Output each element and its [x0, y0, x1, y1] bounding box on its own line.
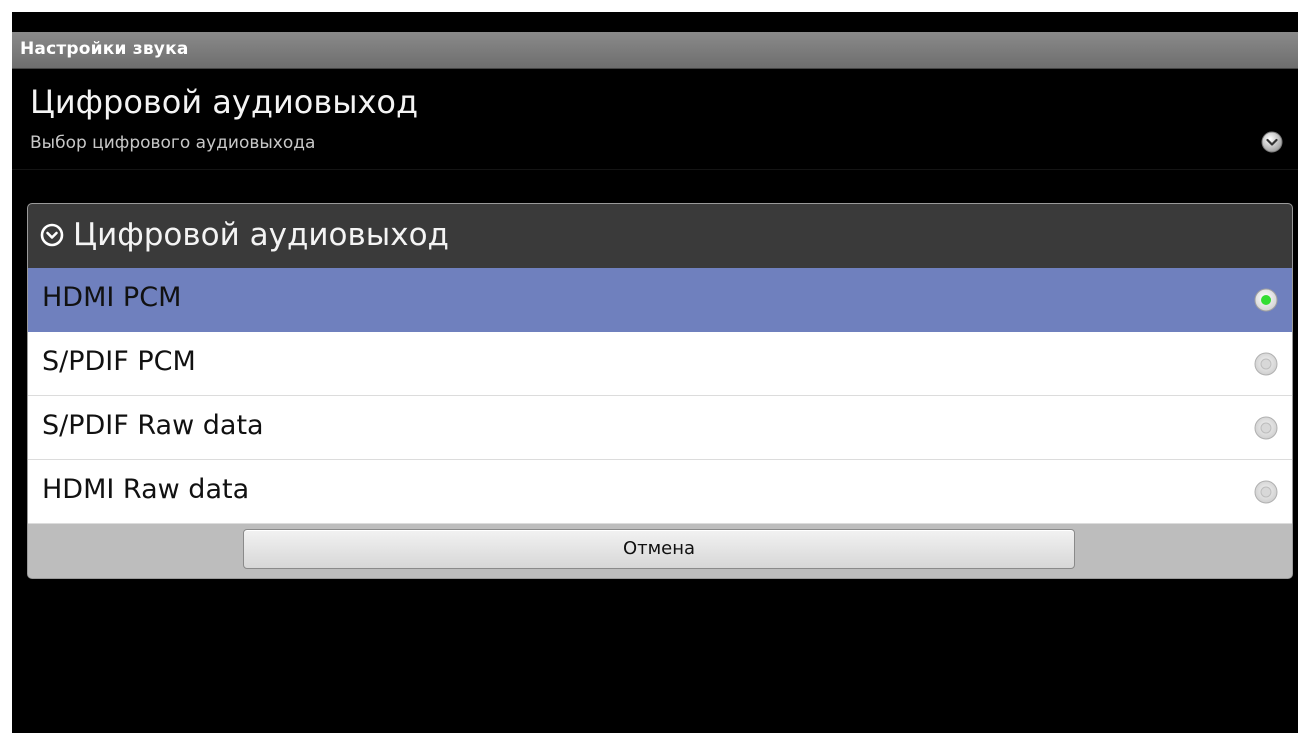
- chevron-down-circle-icon: [1261, 131, 1283, 153]
- option-list: HDMI PCM S/PDIF PCM S/PDIF Raw data HDMI…: [28, 268, 1292, 524]
- chevron-down-circle-icon: [40, 223, 64, 247]
- option-label: S/PDIF Raw data: [42, 410, 264, 441]
- dialog-header: Цифровой аудиовыход: [28, 204, 1292, 268]
- option-spdif-pcm[interactable]: S/PDIF PCM: [28, 332, 1292, 396]
- option-label: HDMI PCM: [42, 282, 182, 313]
- radio-unselected-icon[interactable]: [1254, 416, 1278, 440]
- dialog-title: Цифровой аудиовыход: [73, 217, 449, 253]
- title-bar: Настройки звука: [12, 32, 1298, 69]
- preference-title: Цифровой аудиовыход: [30, 83, 419, 121]
- dialog-footer: Отмена: [28, 524, 1292, 578]
- option-label: HDMI Raw data: [42, 474, 250, 505]
- digital-audio-output-preference[interactable]: Цифровой аудиовыход Выбор цифрового ауди…: [12, 69, 1298, 170]
- radio-selected-icon[interactable]: [1254, 288, 1278, 312]
- option-hdmi-pcm[interactable]: HDMI PCM: [28, 268, 1292, 332]
- option-label: S/PDIF PCM: [42, 346, 196, 377]
- option-spdif-raw-data[interactable]: S/PDIF Raw data: [28, 396, 1292, 460]
- option-hdmi-raw-data[interactable]: HDMI Raw data: [28, 460, 1292, 524]
- cancel-button[interactable]: Отмена: [243, 529, 1075, 569]
- radio-unselected-icon[interactable]: [1254, 352, 1278, 376]
- screen: Настройки звука Цифровой аудиовыход Выбо…: [12, 12, 1298, 733]
- radio-unselected-icon[interactable]: [1254, 480, 1278, 504]
- digital-audio-output-dialog: Цифровой аудиовыход HDMI PCM S/PDIF PCM …: [27, 203, 1293, 579]
- preference-summary: Выбор цифрового аудиовыхода: [30, 133, 316, 153]
- window-title: Настройки звука: [20, 39, 189, 59]
